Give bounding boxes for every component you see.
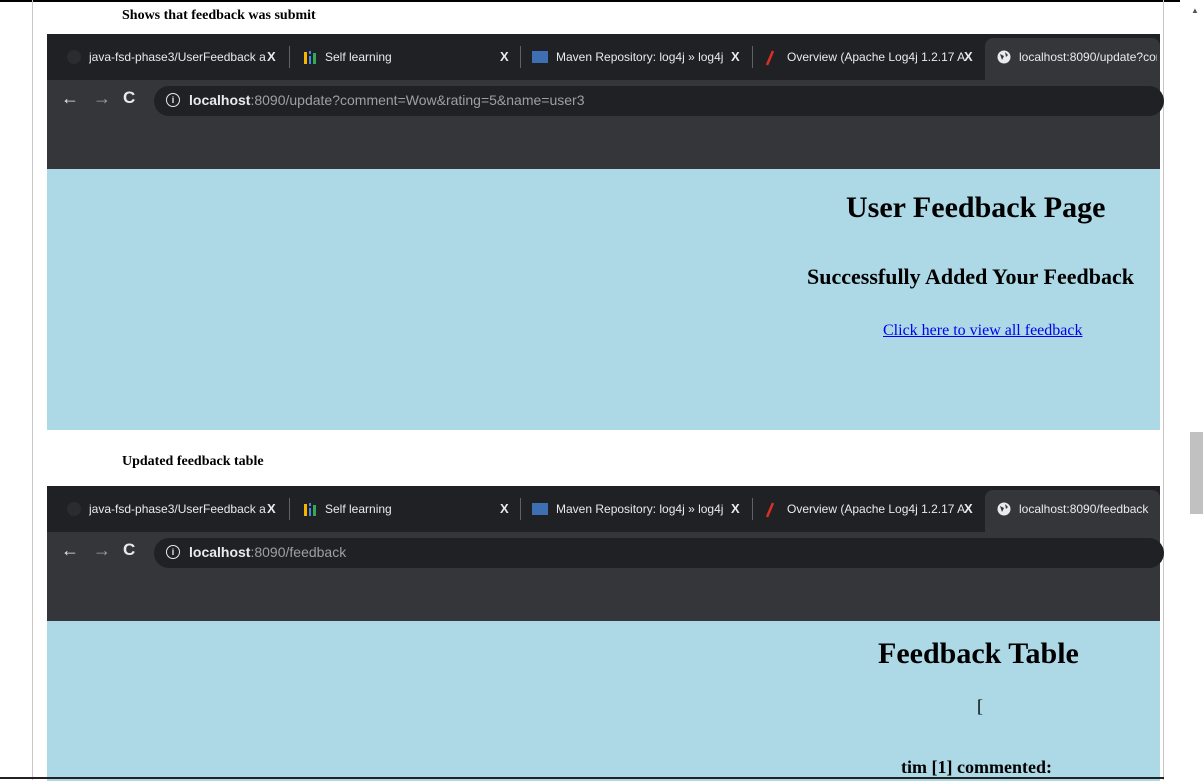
tab-github[interactable]: java-fsd-phase3/UserFeedback a	[67, 34, 292, 80]
page-scrollbar[interactable]	[1180, 0, 1204, 780]
tab-maven[interactable]: Maven Repository: log4j » log4j	[532, 34, 757, 80]
success-message: Successfully Added Your Feedback	[807, 264, 1134, 289]
close-icon[interactable]: X	[500, 49, 509, 64]
tab-log4j-overview[interactable]: Overview (Apache Log4j 1.2.17 A	[765, 486, 985, 532]
globe-icon	[997, 502, 1011, 516]
forward-icon[interactable]: →	[93, 88, 111, 109]
reload-icon[interactable]: C	[123, 540, 135, 560]
tab-active-feedback[interactable]: localhost:8090/feedback	[985, 490, 1160, 532]
close-icon[interactable]: X	[267, 49, 276, 64]
address-bar[interactable]: i localhost:8090/feedback	[154, 538, 1164, 568]
back-icon[interactable]: ←	[61, 540, 79, 561]
tab-separator	[289, 46, 290, 68]
tab-separator	[289, 498, 290, 520]
tab-title: Overview (Apache Log4j 1.2.17 A	[787, 50, 966, 64]
globe-icon	[997, 50, 1011, 64]
feather-icon	[765, 50, 779, 66]
grid-icon	[303, 50, 317, 64]
tab-title: Maven Repository: log4j » log4j	[556, 502, 724, 516]
grid-icon	[303, 502, 317, 516]
forward-icon[interactable]: →	[93, 540, 111, 561]
tab-title: java-fsd-phase3/UserFeedback a	[89, 50, 266, 64]
close-icon[interactable]: X	[267, 501, 276, 516]
close-icon[interactable]: X	[964, 501, 973, 516]
feedback-table-title: Feedback Table	[878, 637, 1079, 670]
back-icon[interactable]: ←	[61, 88, 79, 109]
caption-submitted: Shows that feedback was submit	[122, 8, 316, 23]
info-icon[interactable]: i	[166, 545, 180, 559]
tab-title: Maven Repository: log4j » log4j	[556, 50, 724, 64]
browser-window-update: java-fsd-phase3/UserFeedback a X Self le…	[47, 34, 1164, 430]
view-all-feedback-link[interactable]: Click here to view all feedback	[883, 322, 1082, 340]
tab-separator	[752, 498, 753, 520]
github-icon	[67, 50, 81, 64]
tab-title: java-fsd-phase3/UserFeedback a	[89, 502, 266, 516]
github-icon	[67, 502, 81, 516]
tab-title: Self learning	[325, 50, 392, 64]
tab-strip: java-fsd-phase3/UserFeedback a X Self le…	[47, 486, 1160, 532]
tab-separator	[520, 46, 521, 68]
tab-maven[interactable]: Maven Repository: log4j » log4j	[532, 486, 757, 532]
address-toolbar: ← → C i localhost:8090/update?comment=Wo…	[47, 80, 1164, 122]
close-icon[interactable]: X	[731, 49, 740, 64]
info-icon[interactable]: i	[166, 93, 180, 107]
scroll-up-icon[interactable]: ▲	[1191, 6, 1199, 15]
url-text: localhost:8090/feedback	[189, 544, 347, 560]
tab-title: localhost:8090/update?com	[1019, 50, 1157, 64]
tab-title: localhost:8090/feedback	[1019, 502, 1149, 516]
left-margin-line	[32, 0, 33, 780]
close-icon[interactable]: X	[500, 501, 509, 516]
close-icon[interactable]: X	[964, 49, 973, 64]
browser-window-feedback: java-fsd-phase3/UserFeedback a X Self le…	[47, 486, 1164, 781]
address-toolbar: ← → C i localhost:8090/feedback	[47, 532, 1164, 574]
bottom-border	[0, 777, 1164, 779]
address-bar[interactable]: i localhost:8090/update?comment=Wow&rati…	[154, 86, 1164, 116]
page-title: User Feedback Page	[846, 191, 1106, 224]
tab-log4j-overview[interactable]: Overview (Apache Log4j 1.2.17 A	[765, 34, 985, 80]
list-open-bracket: [	[977, 696, 983, 716]
feedback-entry: tim [1] commented:	[901, 757, 1052, 777]
caption-updated-table: Updated feedback table	[122, 454, 264, 469]
page-content-update: User Feedback Page Successfully Added Yo…	[47, 169, 1160, 430]
tab-active-update[interactable]: localhost:8090/update?com	[985, 38, 1160, 80]
page-content-feedback: Feedback Table [ tim [1] commented:	[47, 621, 1160, 781]
tab-github[interactable]: java-fsd-phase3/UserFeedback a	[67, 486, 292, 532]
tab-separator	[752, 46, 753, 68]
reload-icon[interactable]: C	[123, 88, 135, 108]
tab-title: Overview (Apache Log4j 1.2.17 A	[787, 502, 966, 516]
close-icon[interactable]: X	[731, 501, 740, 516]
url-text: localhost:8090/update?comment=Wow&rating…	[189, 92, 585, 108]
toolbar-strip	[47, 574, 1160, 621]
tab-title: Self learning	[325, 502, 392, 516]
tab-strip: java-fsd-phase3/UserFeedback a X Self le…	[47, 34, 1160, 80]
maven-icon	[532, 503, 548, 515]
scrollbar-thumb[interactable]	[1190, 432, 1203, 514]
tab-separator	[520, 498, 521, 520]
maven-icon	[532, 51, 548, 63]
top-border	[0, 0, 1204, 2]
toolbar-strip	[47, 122, 1160, 169]
right-margin-line	[1163, 0, 1164, 780]
feather-icon	[765, 502, 779, 518]
